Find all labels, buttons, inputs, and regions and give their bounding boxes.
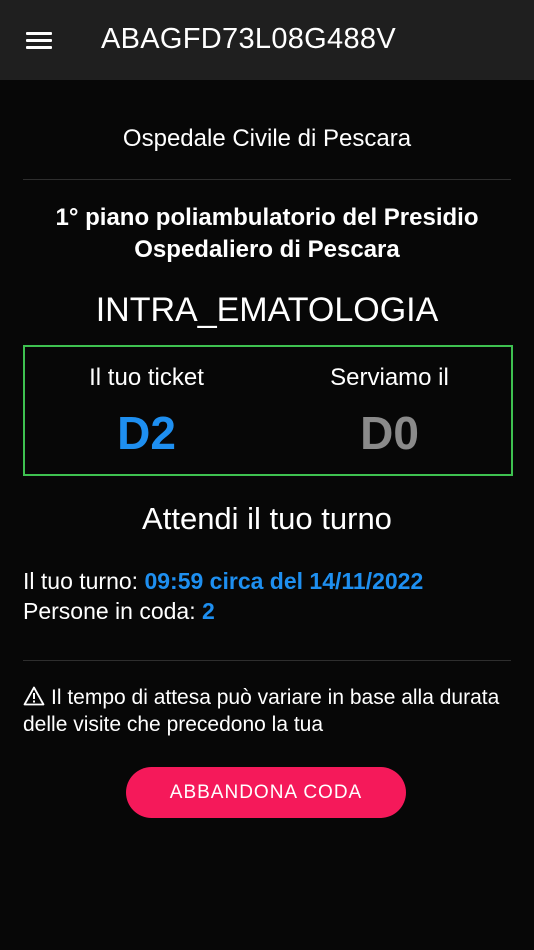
menu-line: [26, 46, 52, 49]
serving-number: D0: [360, 407, 419, 459]
turn-value: 09:59 circa del 14/11/2022: [144, 568, 424, 594]
menu-line: [26, 32, 52, 35]
wait-message: Attendi il tuo turno: [142, 501, 392, 536]
menu-line: [26, 39, 52, 42]
turn-label: Il tuo turno:: [23, 568, 145, 594]
top-app-bar: ABAGFD73L08G488V: [0, 0, 534, 80]
queue-count: 2: [202, 598, 215, 624]
turn-info: Il tuo turno: 09:59 circa del 14/11/2022: [23, 566, 423, 596]
serving-column: Serviamo il D0: [268, 347, 511, 474]
hospital-name: Ospedale Civile di Pescara: [122, 125, 412, 152]
service-name: INTRA_EMATOLOGIA: [95, 291, 439, 329]
queue-info: Persone in coda: 2: [23, 596, 215, 626]
divider: [23, 660, 511, 661]
your-ticket-label: Il tuo ticket: [89, 364, 204, 391]
divider: [23, 179, 511, 180]
abandon-queue-button[interactable]: ABBANDONA CODA: [126, 767, 406, 818]
app-title: ABAGFD73L08G488V: [101, 23, 396, 55]
your-ticket-column: Il tuo ticket D2: [25, 347, 268, 474]
your-ticket-number: D2: [117, 407, 176, 459]
queue-label: Persone in coda:: [23, 598, 203, 624]
serving-label: Serviamo il: [330, 364, 449, 391]
warning-triangle-icon: [23, 686, 45, 706]
wait-time-warning: Il tempo di attesa può variare in base a…: [23, 684, 503, 738]
ticket-panel: Il tuo ticket D2 Serviamo il D0: [23, 345, 513, 476]
hamburger-menu-icon[interactable]: [26, 30, 54, 50]
location-text: 1° piano poliambulatorio del Presidio Os…: [55, 204, 479, 263]
warning-text: Il tempo di attesa può variare in base a…: [23, 686, 500, 736]
